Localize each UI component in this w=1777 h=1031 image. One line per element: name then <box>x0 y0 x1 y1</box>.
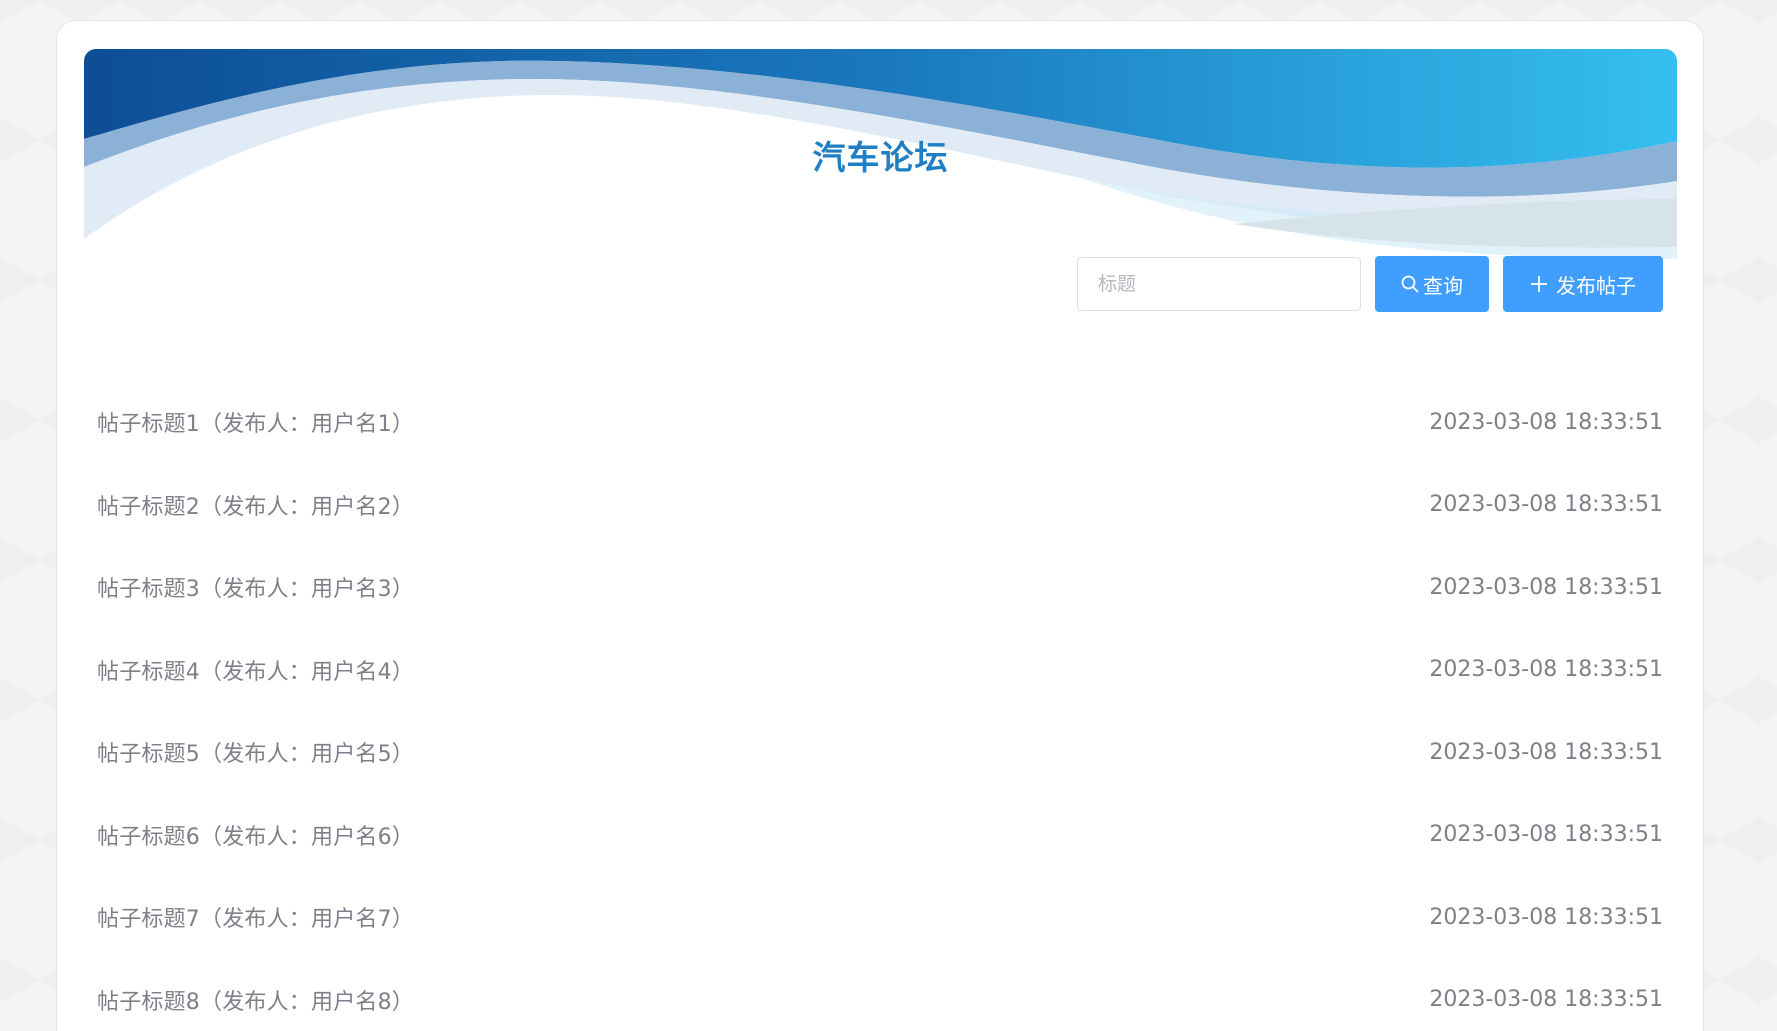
post-time: 2023-03-08 18:33:51 <box>1429 409 1663 435</box>
post-item[interactable]: 帖子标题6（发布人：用户名6） 2023-03-08 18:33:51 <box>97 794 1663 877</box>
post-time: 2023-03-08 18:33:51 <box>1429 822 1663 848</box>
title-search-input[interactable] <box>1077 257 1361 311</box>
publish-post-button[interactable]: 发布帖子 <box>1503 256 1663 312</box>
post-title: 帖子标题3（发布人：用户名3） <box>97 577 414 603</box>
post-list: 帖子标题1（发布人：用户名1） 2023-03-08 18:33:51 帖子标题… <box>97 381 1663 1031</box>
search-button[interactable]: 查询 <box>1375 256 1489 312</box>
forum-banner: 汽车论坛 <box>84 49 1677 269</box>
post-time: 2023-03-08 18:33:51 <box>1429 739 1663 765</box>
post-time: 2023-03-08 18:33:51 <box>1429 657 1663 683</box>
post-title: 帖子标题5（发布人：用户名5） <box>97 742 414 768</box>
post-time: 2023-03-08 18:33:51 <box>1429 574 1663 600</box>
search-icon <box>1401 275 1419 293</box>
post-title: 帖子标题8（发布人：用户名8） <box>97 989 414 1015</box>
post-title: 帖子标题1（发布人：用户名1） <box>97 412 414 438</box>
post-time: 2023-03-08 18:33:51 <box>1429 987 1663 1013</box>
post-item[interactable]: 帖子标题3（发布人：用户名3） 2023-03-08 18:33:51 <box>97 546 1663 629</box>
publish-button-label: 发布帖子 <box>1556 273 1636 298</box>
post-item[interactable]: 帖子标题1（发布人：用户名1） 2023-03-08 18:33:51 <box>97 381 1663 464</box>
post-title: 帖子标题2（发布人：用户名2） <box>97 494 414 520</box>
post-time: 2023-03-08 18:33:51 <box>1429 904 1663 930</box>
post-time: 2023-03-08 18:33:51 <box>1429 492 1663 518</box>
post-item[interactable]: 帖子标题8（发布人：用户名8） 2023-03-08 18:33:51 <box>97 959 1663 1031</box>
search-button-label: 查询 <box>1423 273 1463 298</box>
post-item[interactable]: 帖子标题2（发布人：用户名2） 2023-03-08 18:33:51 <box>97 464 1663 547</box>
plus-icon <box>1530 275 1548 293</box>
post-title: 帖子标题6（发布人：用户名6） <box>97 824 414 850</box>
post-item[interactable]: 帖子标题7（发布人：用户名7） 2023-03-08 18:33:51 <box>97 876 1663 959</box>
post-title: 帖子标题4（发布人：用户名4） <box>97 659 414 685</box>
toolbar: 查询 发布帖子 <box>1077 256 1663 312</box>
post-title: 帖子标题7（发布人：用户名7） <box>97 907 414 933</box>
forum-card: 汽车论坛 查询 发布帖子 帖子标题1（发布人：用户名1） <box>56 20 1704 1031</box>
post-item[interactable]: 帖子标题5（发布人：用户名5） 2023-03-08 18:33:51 <box>97 711 1663 794</box>
page-title: 汽车论坛 <box>812 138 949 177</box>
post-item[interactable]: 帖子标题4（发布人：用户名4） 2023-03-08 18:33:51 <box>97 629 1663 712</box>
